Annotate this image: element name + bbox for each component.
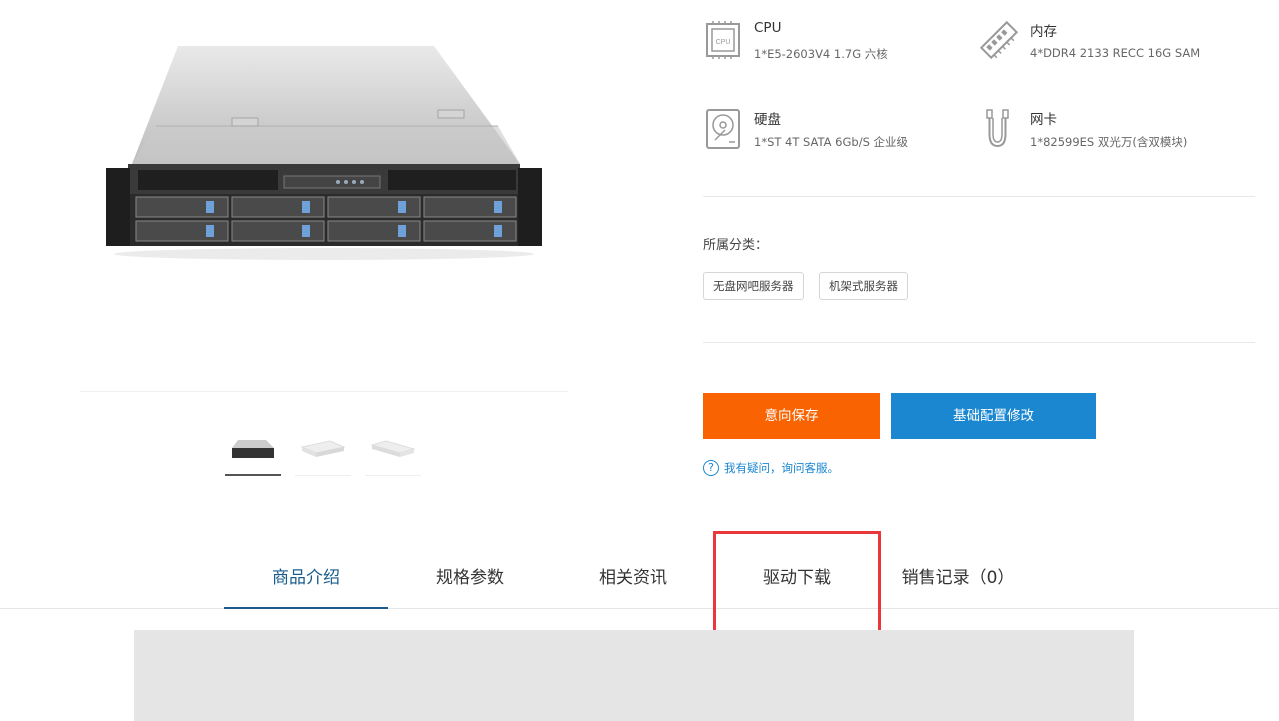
- content-area: [134, 630, 1134, 721]
- tab-bar-divider: [0, 608, 1279, 609]
- save-intent-button[interactable]: 意向保存: [703, 393, 880, 439]
- spec-value: 1*82599ES 双光万(含双模块): [1030, 135, 1188, 149]
- hard-disk-icon: [706, 109, 740, 149]
- spec-label: 网卡: [1030, 112, 1057, 128]
- spec-hard-disk: 硬盘 1*ST 4T SATA 6Gb/S 企业级: [703, 108, 963, 158]
- thumbnail-strip: [225, 424, 421, 476]
- category-tag-diskless-server[interactable]: 无盘网吧服务器: [703, 272, 804, 300]
- thumbnail-1[interactable]: [225, 424, 281, 476]
- category-label: 所属分类：: [703, 238, 769, 253]
- spec-memory: 内存 4*DDR4 2133 RECC 16G SAM: [979, 20, 1239, 70]
- tab-sales-records[interactable]: 销售记录（0）: [880, 548, 1036, 608]
- divider: [703, 196, 1255, 197]
- spec-label: CPU: [754, 20, 782, 36]
- network-card-icon: [986, 109, 1009, 148]
- svg-text:CPU: CPU: [716, 39, 731, 46]
- product-main-image: [98, 40, 550, 265]
- spec-network-card: 网卡 1*82599ES 双光万(含双模块): [979, 108, 1239, 158]
- customer-service-link[interactable]: ? 我有疑问，询问客服。: [703, 460, 839, 476]
- divider: [703, 342, 1255, 343]
- highlight-box: [713, 531, 881, 633]
- category-tag-rack-server[interactable]: 机架式服务器: [819, 272, 908, 300]
- cpu-icon: CPU: [706, 21, 740, 59]
- modify-config-button[interactable]: 基础配置修改: [891, 393, 1096, 439]
- tab-related-news[interactable]: 相关资讯: [552, 548, 714, 608]
- tab-product-intro[interactable]: 商品介绍: [224, 548, 388, 609]
- question-icon: ?: [703, 460, 719, 476]
- spec-cpu: CPU CPU 1*E5-2603V4 1.7G 六核: [703, 20, 963, 70]
- memory-icon: [979, 20, 1019, 60]
- spec-label: 硬盘: [754, 112, 781, 128]
- spec-value: 1*ST 4T SATA 6Gb/S 企业级: [754, 135, 909, 149]
- spec-value: 4*DDR4 2133 RECC 16G SAM: [1030, 46, 1201, 60]
- help-text: 我有疑问，询问客服。: [724, 461, 839, 475]
- spec-label: 内存: [1030, 24, 1057, 40]
- tab-specifications[interactable]: 规格参数: [388, 548, 552, 608]
- thumbnail-3[interactable]: [365, 424, 421, 476]
- spec-value: 1*E5-2603V4 1.7G 六核: [754, 47, 888, 61]
- image-divider: [80, 391, 568, 392]
- thumbnail-2[interactable]: [295, 424, 351, 476]
